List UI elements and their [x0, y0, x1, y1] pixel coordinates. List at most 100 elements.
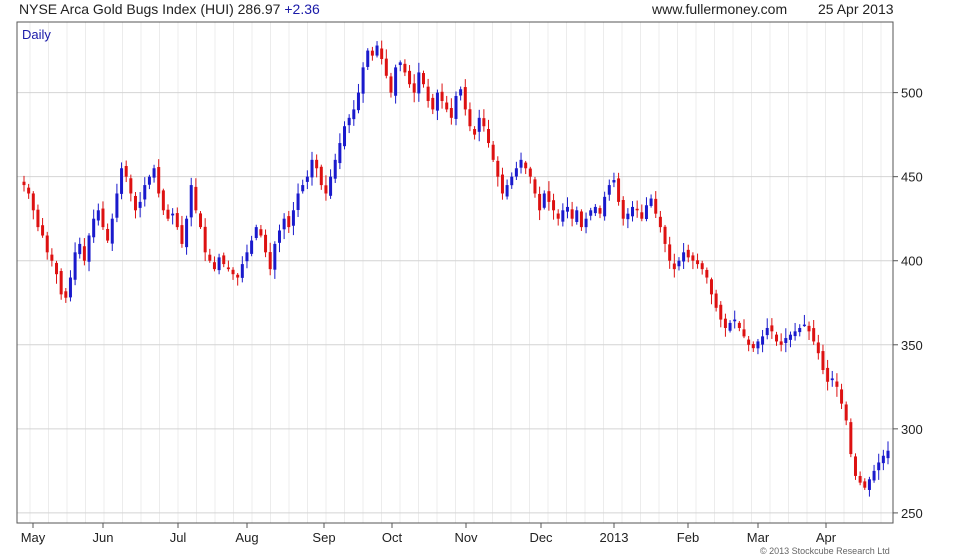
candle-body — [347, 117, 351, 126]
candle-body — [612, 180, 616, 183]
candle-body — [538, 193, 542, 211]
candle-body — [421, 73, 425, 85]
period-label: Daily — [22, 27, 51, 42]
candle-body — [440, 91, 444, 102]
candle-body — [343, 126, 347, 147]
candle-body — [50, 254, 54, 261]
candle-body — [384, 58, 388, 76]
candle-body — [491, 144, 495, 160]
candle-body — [821, 351, 825, 371]
x-tick-label: Nov — [454, 530, 478, 545]
candle-body — [505, 185, 509, 197]
candle-body — [92, 218, 96, 238]
candle-body — [301, 185, 305, 192]
candle-body — [236, 274, 240, 278]
y-tick-label: 500 — [901, 86, 923, 101]
candle-body — [87, 235, 91, 262]
candle-body — [496, 160, 500, 177]
candle-body — [881, 455, 885, 464]
candle-body — [886, 450, 890, 459]
candle-body — [338, 143, 342, 164]
candle-body — [579, 211, 583, 228]
candle-body — [389, 76, 393, 93]
x-tick-label: Dec — [529, 530, 553, 545]
candle-body — [547, 191, 551, 202]
candle-body — [231, 269, 235, 275]
x-tick-label: Feb — [677, 530, 699, 545]
candle-body — [259, 229, 263, 236]
candle-body — [807, 325, 811, 332]
candle-body — [375, 45, 379, 56]
candle-body — [802, 324, 806, 327]
candle-body — [171, 213, 175, 216]
candle-body — [723, 318, 727, 328]
candle-body — [217, 257, 221, 271]
x-tick-label: Mar — [747, 530, 770, 545]
candle-body — [426, 86, 430, 102]
candle-body — [115, 193, 119, 218]
candle-body — [877, 462, 881, 471]
candle-body — [775, 334, 779, 342]
candle-body — [510, 176, 514, 186]
y-tick-label: 350 — [901, 338, 923, 353]
candle-body — [120, 168, 124, 194]
candle-body — [761, 336, 765, 345]
candle-body — [194, 186, 198, 211]
candle-body — [315, 159, 319, 169]
y-tick-label: 450 — [901, 170, 923, 185]
candle-body — [709, 279, 713, 295]
candle-body — [22, 181, 26, 186]
candle-body — [356, 92, 360, 111]
candle-body — [203, 226, 207, 253]
candle-body — [370, 50, 374, 56]
candle-body — [291, 210, 295, 226]
x-tick-label: May — [21, 530, 46, 545]
candle-body — [598, 208, 602, 214]
candle-body — [514, 168, 518, 177]
candle-body — [380, 48, 384, 59]
candle-body — [584, 218, 588, 228]
candle-body — [408, 70, 412, 85]
candle-body — [431, 97, 435, 110]
candle-body — [788, 334, 792, 340]
candle-body — [473, 129, 477, 135]
candle-body — [487, 129, 491, 144]
candle-body — [161, 190, 165, 211]
candle-body — [556, 213, 560, 219]
candle-body — [185, 218, 189, 248]
candle-body — [101, 208, 105, 228]
candle-body — [245, 252, 249, 262]
candle-body — [45, 235, 49, 253]
candle-body — [542, 193, 546, 208]
candle-body — [329, 176, 333, 196]
price-chart: 250 300 350 400 450 500 May Jun Jul Aug Sep Oct Nov D… — [16, 21, 923, 545]
candle-body — [644, 205, 648, 220]
candle-body — [310, 159, 314, 178]
candle-body — [593, 206, 597, 214]
candle-body — [714, 293, 718, 308]
candle-body — [143, 185, 147, 200]
candle-body — [319, 166, 323, 186]
candle-body — [199, 213, 203, 228]
candle-body — [631, 206, 635, 217]
candle-body — [333, 159, 337, 179]
candle-body — [366, 50, 370, 67]
candle-body — [686, 249, 690, 258]
candle-body — [106, 228, 110, 241]
candle-body — [296, 193, 300, 210]
candle-body — [812, 328, 816, 342]
candle-body — [742, 329, 746, 337]
x-tick-label: Sep — [312, 530, 335, 545]
candle-body — [82, 246, 86, 261]
candle-body — [747, 339, 751, 345]
candle-body — [463, 87, 467, 110]
candle-body — [138, 201, 142, 208]
candle-body — [617, 178, 621, 202]
candle-body — [844, 404, 848, 421]
candle-body — [468, 109, 472, 127]
candle-body — [226, 267, 230, 270]
candle-body — [705, 269, 709, 278]
candle-body — [129, 178, 133, 194]
candle-body — [696, 260, 700, 265]
candle-body — [565, 206, 569, 212]
